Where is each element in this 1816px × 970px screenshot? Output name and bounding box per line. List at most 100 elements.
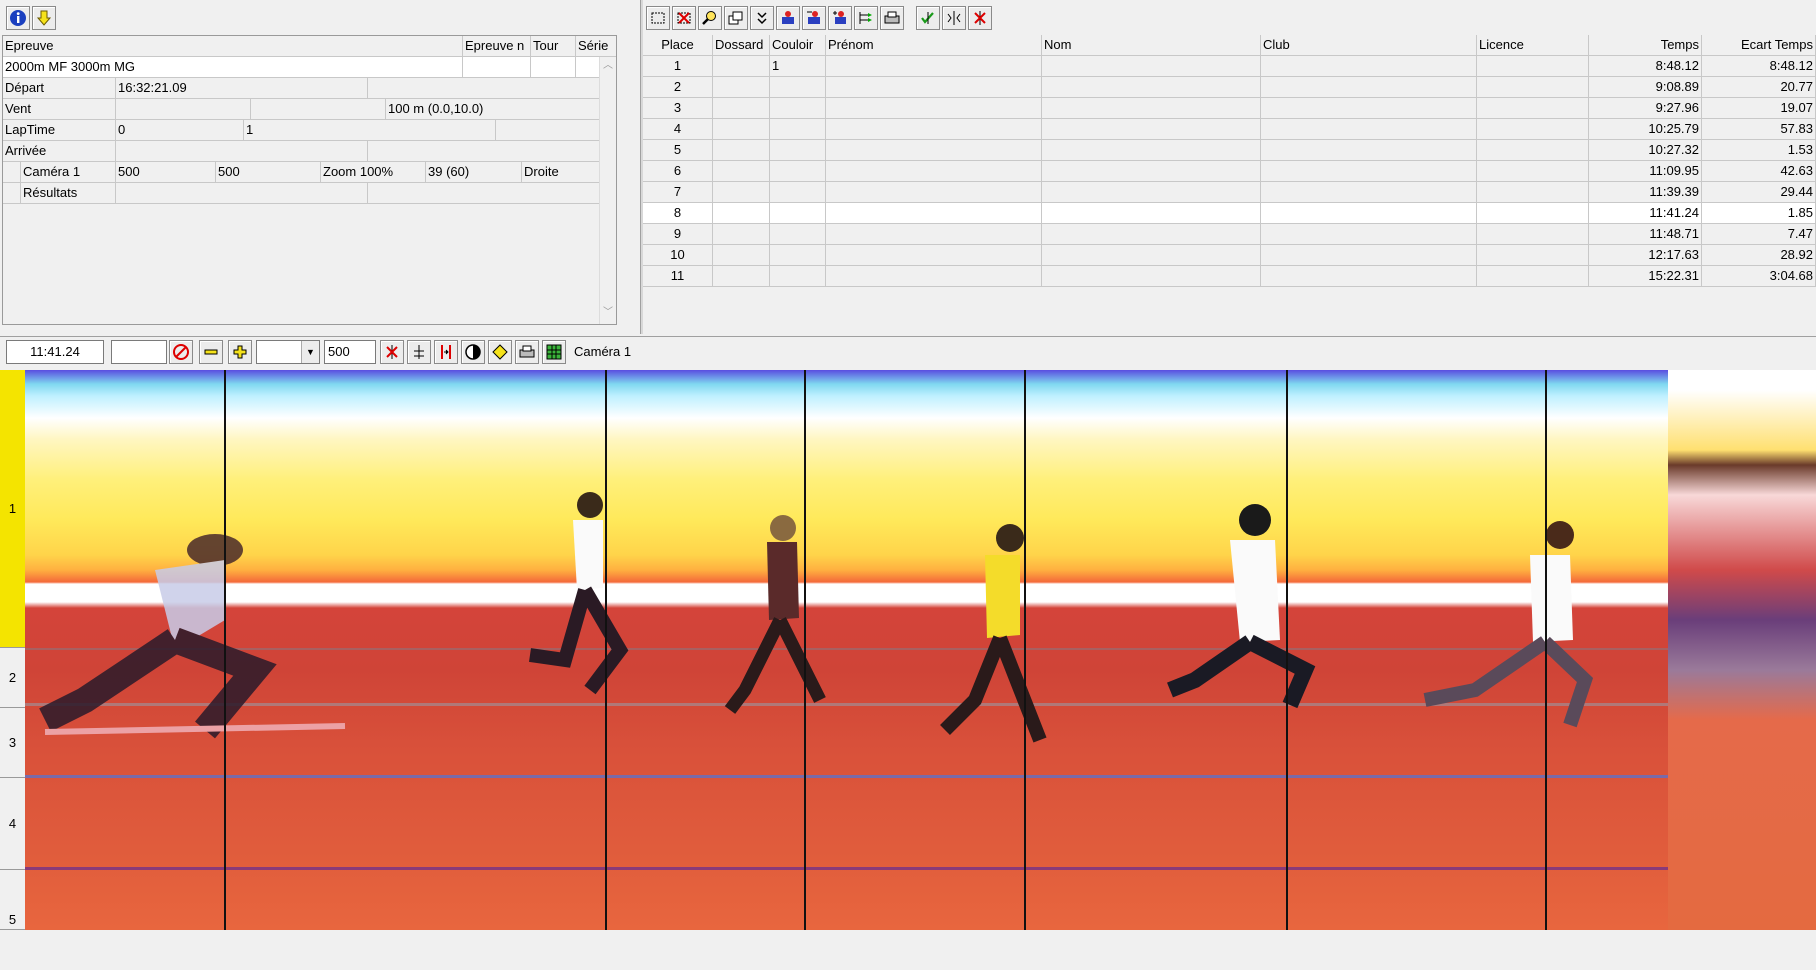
left-vertical-scrollbar[interactable]: ︿ ﹀ — [599, 57, 616, 324]
cell-temps[interactable]: 8:48.12 — [1589, 56, 1702, 77]
cell-nom[interactable] — [1042, 161, 1261, 182]
cell-dossard[interactable] — [713, 266, 770, 287]
cell-dossard[interactable] — [713, 245, 770, 266]
cell-dossard[interactable] — [713, 161, 770, 182]
time-line-1[interactable] — [224, 370, 226, 930]
cell-temps[interactable]: 12:17.63 — [1589, 245, 1702, 266]
cell-licence[interactable] — [1477, 182, 1589, 203]
validate-button[interactable] — [916, 6, 940, 30]
event-tour[interactable] — [531, 57, 576, 78]
cell-dossard[interactable] — [713, 203, 770, 224]
marker-button[interactable] — [488, 340, 512, 364]
tree-button[interactable] — [854, 6, 878, 30]
clear-lines-button[interactable] — [380, 340, 404, 364]
cell-nom[interactable] — [1042, 98, 1261, 119]
cell-ecart-temps[interactable]: 1.85 — [1702, 203, 1816, 224]
results-row[interactable]: 9 11:48.71 7.47 — [643, 224, 1816, 245]
cell-couloir[interactable] — [770, 98, 826, 119]
cell-club[interactable] — [1261, 77, 1477, 98]
cell-place[interactable]: 2 — [643, 77, 713, 98]
cell-couloir[interactable] — [770, 203, 826, 224]
results-row[interactable]: 6 11:09.95 42.63 — [643, 161, 1816, 182]
chevron-down-icon[interactable]: ▼ — [301, 341, 319, 363]
results-row[interactable]: 4 10:25.79 57.83 — [643, 119, 1816, 140]
athlete-import-button[interactable] — [776, 6, 800, 30]
camera-row[interactable]: Caméra 1 500 500 Zoom 100% 39 (60) Droit… — [3, 162, 616, 183]
cell-temps[interactable]: 11:41.24 — [1589, 203, 1702, 224]
scroll-down-icon[interactable]: ﹀ — [603, 308, 613, 318]
cell-licence[interactable] — [1477, 266, 1589, 287]
cell-place[interactable]: 6 — [643, 161, 713, 182]
cell-ecart-temps[interactable]: 1.53 — [1702, 140, 1816, 161]
camera-zoom[interactable]: Zoom 100% — [321, 162, 426, 183]
cancel-button[interactable] — [169, 340, 193, 364]
cell-temps[interactable]: 11:48.71 — [1589, 224, 1702, 245]
resultats-row[interactable]: Résultats — [3, 183, 616, 204]
cell-prenom[interactable] — [826, 56, 1042, 77]
lane-label-4[interactable]: 4 — [0, 778, 25, 870]
cell-temps[interactable]: 11:39.39 — [1589, 182, 1702, 203]
cell-place[interactable]: 7 — [643, 182, 713, 203]
cell-club[interactable] — [1261, 161, 1477, 182]
time-line-6[interactable] — [1545, 370, 1547, 930]
time-line-3[interactable] — [804, 370, 806, 930]
cell-prenom[interactable] — [826, 161, 1042, 182]
cell-prenom[interactable] — [826, 245, 1042, 266]
event-row[interactable]: 2000m MF 3000m MG — [3, 57, 616, 78]
cell-couloir[interactable] — [770, 224, 826, 245]
athlete-add-button[interactable] — [828, 6, 852, 30]
cell-dossard[interactable] — [713, 140, 770, 161]
time-line-2[interactable] — [605, 370, 607, 930]
cell-nom[interactable] — [1042, 182, 1261, 203]
header-dossard[interactable]: Dossard — [713, 35, 770, 56]
grid-button[interactable] — [542, 340, 566, 364]
windows-button[interactable] — [724, 6, 748, 30]
cell-couloir[interactable] — [770, 119, 826, 140]
cell-temps[interactable]: 9:27.96 — [1589, 98, 1702, 119]
cell-nom[interactable] — [1042, 140, 1261, 161]
cell-licence[interactable] — [1477, 56, 1589, 77]
results-row[interactable]: 3 9:27.96 19.07 — [643, 98, 1816, 119]
header-club[interactable]: Club — [1261, 35, 1477, 56]
cell-nom[interactable] — [1042, 77, 1261, 98]
results-row[interactable]: 1 1 8:48.12 8:48.12 — [643, 56, 1816, 77]
arrivee-value[interactable] — [116, 141, 368, 162]
cell-place[interactable]: 5 — [643, 140, 713, 161]
header-prenom[interactable]: Prénom — [826, 35, 1042, 56]
cell-nom[interactable] — [1042, 224, 1261, 245]
cell-club[interactable] — [1261, 266, 1477, 287]
info-button[interactable] — [6, 6, 30, 30]
cell-club[interactable] — [1261, 119, 1477, 140]
cell-dossard[interactable] — [713, 56, 770, 77]
cell-ecart-temps[interactable]: 3:04.68 — [1702, 266, 1816, 287]
laptime-value-1[interactable]: 0 — [116, 120, 244, 141]
cell-place[interactable]: 9 — [643, 224, 713, 245]
cell-prenom[interactable] — [826, 98, 1042, 119]
header-nom[interactable]: Nom — [1042, 35, 1261, 56]
cell-ecart-temps[interactable]: 8:48.12 — [1702, 56, 1816, 77]
arrivee-row[interactable]: Arrivée — [3, 141, 616, 162]
cell-licence[interactable] — [1477, 203, 1589, 224]
width-input[interactable]: 500 — [324, 340, 376, 364]
zoom-in-button[interactable] — [228, 340, 252, 364]
cell-prenom[interactable] — [826, 203, 1042, 224]
resultats-value[interactable] — [116, 183, 368, 204]
cell-place[interactable]: 1 — [643, 56, 713, 77]
cell-ecart-temps[interactable]: 7.47 — [1702, 224, 1816, 245]
cell-temps[interactable]: 9:08.89 — [1589, 77, 1702, 98]
depart-value[interactable]: 16:32:21.09 — [116, 78, 368, 99]
split-button[interactable] — [942, 6, 966, 30]
cell-prenom[interactable] — [826, 119, 1042, 140]
cell-couloir[interactable] — [770, 161, 826, 182]
cell-ecart-temps[interactable]: 28.92 — [1702, 245, 1816, 266]
cell-licence[interactable] — [1477, 119, 1589, 140]
header-licence[interactable]: Licence — [1477, 35, 1589, 56]
camera-value-1[interactable]: 500 — [116, 162, 216, 183]
results-row[interactable]: 8 11:41.24 1.85 — [643, 203, 1816, 224]
cell-place[interactable]: 8 — [643, 203, 713, 224]
cell-couloir[interactable] — [770, 77, 826, 98]
results-row[interactable]: 7 11:39.39 29.44 — [643, 182, 1816, 203]
zoom-out-button[interactable] — [199, 340, 223, 364]
cell-nom[interactable] — [1042, 203, 1261, 224]
search-button[interactable] — [698, 6, 722, 30]
